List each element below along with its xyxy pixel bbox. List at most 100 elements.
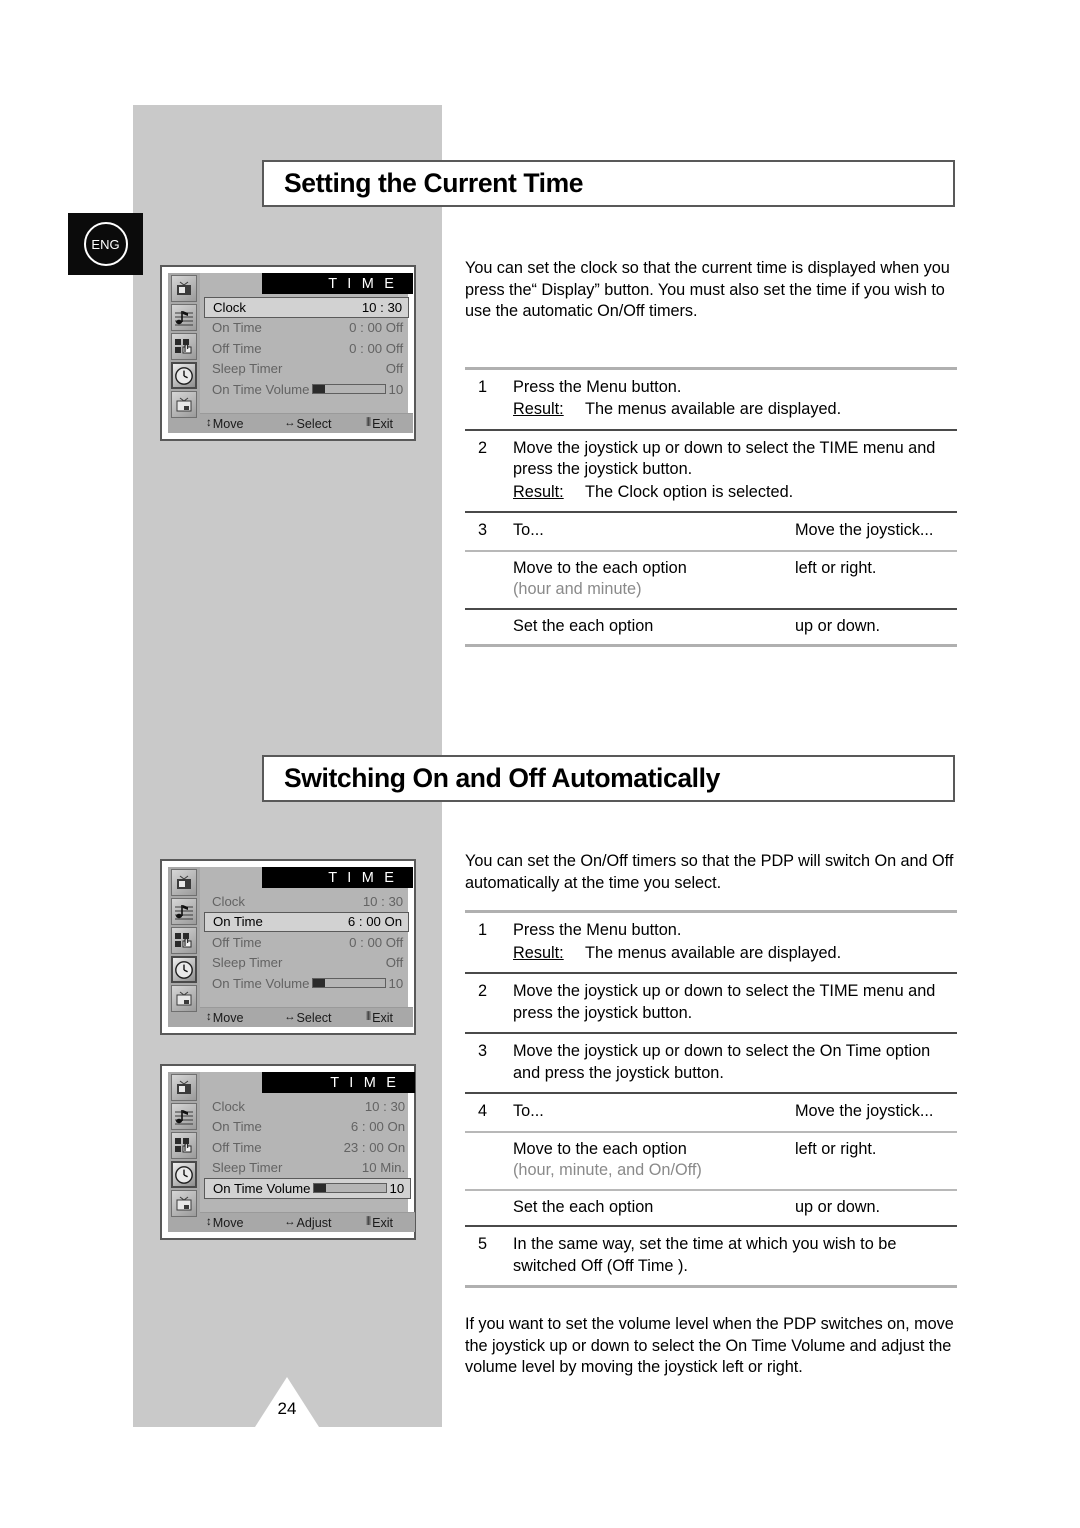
time-clock-icon[interactable] bbox=[171, 1161, 197, 1188]
osd-row-on-time-volume[interactable]: On Time Volume 10 bbox=[204, 379, 409, 400]
osd-footer-label: Exit bbox=[372, 1010, 394, 1025]
osd-row-label: On Time bbox=[213, 914, 263, 930]
osd-menu-time-clock: T I M E Clock 10 : 30 On Time 0 : 00 Off… bbox=[160, 265, 416, 441]
osd-row-value: 6 : 00 On bbox=[347, 914, 403, 930]
picture-icon[interactable] bbox=[171, 869, 197, 896]
step-number: 2 bbox=[478, 982, 488, 1000]
up-down-arrow-icon: ↕ bbox=[206, 416, 212, 429]
step-number: 3 bbox=[478, 521, 488, 539]
osd-footer-label: Move bbox=[212, 1010, 244, 1025]
feature-icon[interactable] bbox=[171, 1132, 197, 1159]
step-number: 3 bbox=[478, 1042, 488, 1060]
table-row: Set the each option up or down. bbox=[465, 1191, 957, 1226]
page-title-2: Switching On and Off Automatically bbox=[284, 763, 720, 793]
step-number: 5 bbox=[478, 1235, 488, 1253]
table-cell-direction: left or right. bbox=[795, 1139, 877, 1158]
step-text: In the same way, set the time at which y… bbox=[513, 1235, 897, 1275]
osd-row-label: Clock bbox=[212, 1098, 245, 1114]
step-row: 1 Press the Menu button. Result: The men… bbox=[465, 370, 957, 429]
time-clock-icon[interactable] bbox=[171, 362, 197, 389]
sound-icon[interactable] bbox=[171, 304, 197, 331]
osd-row-sleep-timer[interactable]: Sleep Timer Off bbox=[204, 953, 409, 974]
step-number: 2 bbox=[478, 438, 488, 457]
step-number: 1 bbox=[478, 377, 488, 396]
osd-row-on-time[interactable]: On Time 0 : 00 Off bbox=[204, 318, 409, 339]
osd-row-on-time[interactable]: On Time 6 : 00 On bbox=[204, 1117, 411, 1138]
step-row: 1 Press the Menu button. Result: The men… bbox=[465, 913, 957, 972]
osd-row-on-time[interactable]: On Time 6 : 00 On bbox=[204, 911, 410, 932]
up-down-arrow-icon: ↕ bbox=[206, 1215, 212, 1228]
step-number: 4 bbox=[478, 1102, 488, 1120]
table-cell-note: (hour, minute, and On/Off) bbox=[513, 1161, 702, 1179]
osd-row-label: Off Time bbox=[212, 1139, 262, 1155]
osd-row-clock[interactable]: Clock 10 : 30 bbox=[204, 297, 410, 318]
osd-row-label: Clock bbox=[213, 299, 246, 315]
osd-footer: ↕ Move ↔ Select ⦀ Exit bbox=[200, 1007, 414, 1027]
pip-icon[interactable] bbox=[171, 985, 197, 1012]
osd-footer-move: ↕ Move bbox=[206, 417, 284, 431]
volume-slider[interactable] bbox=[312, 978, 387, 989]
picture-icon[interactable] bbox=[171, 275, 197, 302]
feature-icon[interactable] bbox=[171, 333, 197, 360]
step-number: 1 bbox=[478, 921, 488, 939]
table-header-left: To... bbox=[513, 1102, 544, 1120]
osd-footer-label: Exit bbox=[372, 1215, 394, 1230]
osd-footer-select: ↔ Select bbox=[284, 1011, 366, 1025]
table-row: Move to the each option (hour, minute, a… bbox=[465, 1133, 957, 1189]
osd-footer-label: Select bbox=[296, 1010, 332, 1025]
osd-row-on-time-volume[interactable]: On Time Volume 10 bbox=[204, 973, 409, 994]
sound-icon[interactable] bbox=[171, 1103, 197, 1130]
osd-row-label: On Time bbox=[212, 1119, 262, 1135]
time-clock-icon[interactable] bbox=[171, 956, 197, 983]
osd-row-on-time-volume[interactable]: On Time Volume 10 bbox=[204, 1178, 412, 1199]
osd-footer-exit: ⦀ Exit bbox=[366, 417, 393, 431]
table-cell-action: Move to the each option bbox=[513, 558, 687, 577]
page-number: 24 bbox=[277, 1399, 297, 1418]
section-1-body: You can set the clock so that the curren… bbox=[465, 258, 957, 647]
step-row: 3 To... Move the joystick... bbox=[465, 513, 957, 550]
table-cell-action: Set the each option bbox=[513, 616, 654, 635]
table-cell-direction: left or right. bbox=[795, 558, 877, 577]
section-header-setting-current-time: Setting the Current Time bbox=[262, 160, 955, 207]
osd-row-clock[interactable]: Clock 10 : 30 bbox=[204, 1096, 411, 1117]
table-cell-direction: up or down. bbox=[795, 616, 881, 635]
osd-row-sleep-timer[interactable]: Sleep Timer 10 Min. bbox=[204, 1158, 411, 1179]
osd-row-off-time[interactable]: Off Time 23 : 00 On bbox=[204, 1137, 411, 1158]
osd-row-label: On Time Volume bbox=[213, 1180, 311, 1196]
osd-icon-sidebar bbox=[168, 867, 200, 1027]
osd-row-off-time[interactable]: Off Time 0 : 00 Off bbox=[204, 932, 409, 953]
pip-icon[interactable] bbox=[171, 1190, 197, 1217]
osd-row-clock[interactable]: Clock 10 : 30 bbox=[204, 891, 409, 912]
pip-icon[interactable] bbox=[171, 391, 197, 418]
osd-footer-label: Move bbox=[212, 416, 244, 431]
osd-footer-label: Select bbox=[296, 416, 332, 431]
osd-row-label: Sleep Timer bbox=[212, 361, 283, 377]
table-header-left: To... bbox=[513, 521, 544, 539]
feature-icon[interactable] bbox=[171, 927, 197, 954]
sound-icon[interactable] bbox=[171, 898, 197, 925]
osd-row-value: Off bbox=[385, 361, 404, 377]
osd-icon-sidebar bbox=[168, 273, 200, 433]
osd-row-label: On Time Volume bbox=[212, 381, 310, 397]
osd-row-value: 10 : 30 bbox=[361, 299, 403, 315]
osd-row-list: Clock 10 : 30 On Time 0 : 00 Off Off Tim… bbox=[200, 294, 413, 413]
osd-row-value: 10 : 30 bbox=[362, 893, 404, 909]
osd-row-sleep-timer[interactable]: Sleep Timer Off bbox=[204, 359, 409, 380]
picture-icon[interactable] bbox=[171, 1074, 197, 1101]
volume-slider[interactable] bbox=[313, 1183, 388, 1194]
osd-row-value: 10 bbox=[389, 1180, 405, 1196]
table-cell-action: Move to the each option bbox=[513, 1139, 687, 1158]
osd-footer: ↕ Move ↔ Select ⦀ Exit bbox=[200, 413, 414, 433]
table-row: Set the each option up or down. bbox=[465, 610, 957, 645]
osd-footer-label: Adjust bbox=[296, 1215, 332, 1230]
osd-row-off-time[interactable]: Off Time 0 : 00 Off bbox=[204, 338, 409, 359]
osd-row-value: 0 : 00 Off bbox=[349, 340, 404, 356]
volume-slider[interactable] bbox=[312, 384, 387, 395]
section-header-switching-on-off: Switching On and Off Automatically bbox=[262, 755, 955, 802]
divider bbox=[465, 644, 957, 647]
osd-footer-label: Exit bbox=[372, 416, 394, 431]
osd-title: T I M E bbox=[262, 273, 414, 294]
table-header-right: Move the joystick... bbox=[795, 1102, 934, 1120]
step-text: Move the joystick up or down to select t… bbox=[513, 982, 936, 1022]
osd-row-value: Off bbox=[385, 955, 404, 971]
